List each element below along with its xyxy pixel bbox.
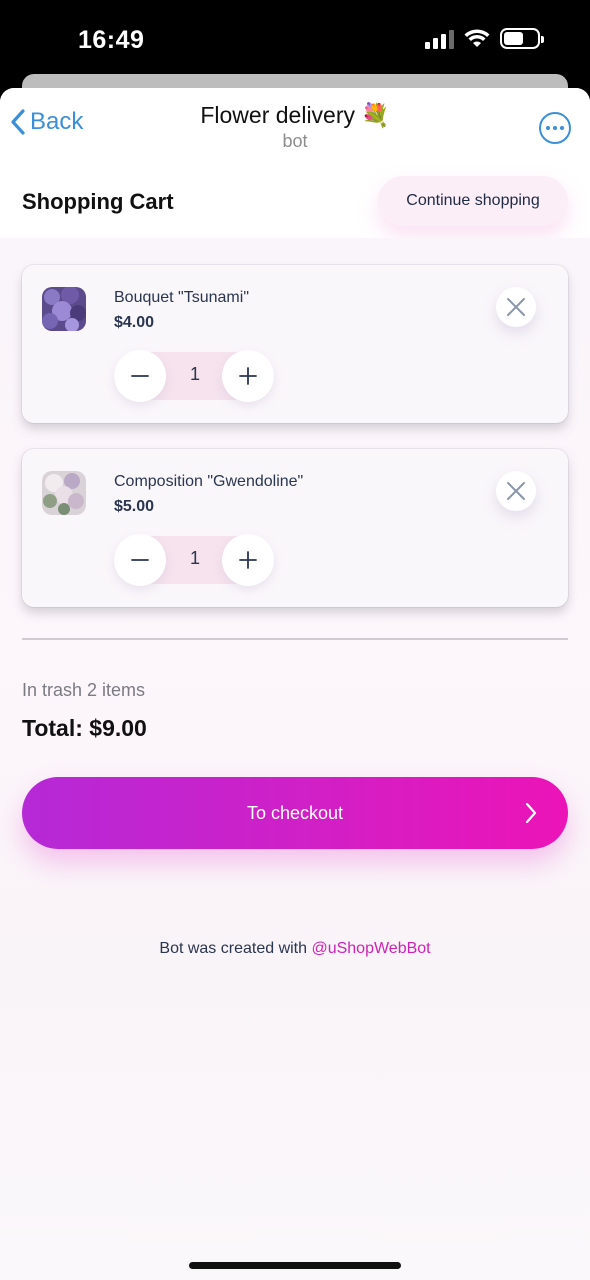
remove-item-button[interactable]	[496, 287, 536, 327]
item-price: $4.00	[114, 314, 155, 331]
item-price: $5.00	[114, 498, 155, 515]
decrease-quantity-button[interactable]	[114, 534, 166, 586]
item-name: Composition "Gwendoline"	[114, 473, 304, 490]
continue-shopping-button[interactable]: Continue shopping	[378, 176, 568, 226]
quantity-value: 1	[189, 548, 200, 568]
page-title: Flower delivery	[200, 102, 355, 128]
cart-total: Total: $9.00	[22, 715, 147, 741]
divider	[22, 638, 568, 640]
quantity-stepper: 1	[114, 350, 276, 402]
checkout-button[interactable]: To checkout	[22, 777, 568, 849]
checkout-label: To checkout	[246, 802, 344, 823]
footer-text: Bot was created with	[159, 940, 312, 957]
bouquet-icon: 💐	[361, 102, 390, 128]
status-icons	[425, 28, 544, 49]
cart-title: Shopping Cart	[22, 189, 174, 214]
minus-icon	[131, 375, 149, 377]
creator-link[interactable]: @uShopWebBot	[311, 940, 430, 957]
footer-note: Bot was created with @uShopWebBot	[0, 940, 590, 958]
nav-bar: Back Flower delivery 💐 bot	[0, 88, 590, 176]
cart-item: Composition "Gwendoline" $5.00 1	[22, 449, 568, 607]
minus-icon	[131, 559, 149, 561]
plus-icon	[239, 551, 257, 569]
web-app: Back Flower delivery 💐 bot Shopping Cart…	[0, 88, 590, 1280]
items-count: In trash 2 items	[22, 680, 146, 700]
home-indicator	[189, 1262, 401, 1269]
quantity-stepper: 1	[114, 534, 276, 586]
nav-title: Flower delivery 💐 bot	[0, 102, 590, 152]
chevron-right-icon	[525, 802, 537, 824]
signal-icon	[425, 29, 454, 49]
plus-icon	[239, 367, 257, 385]
increase-quantity-button[interactable]	[222, 350, 274, 402]
more-options-button[interactable]	[539, 112, 571, 144]
cart-item: Bouquet "Tsunami" $4.00 1	[22, 265, 568, 423]
wifi-icon	[464, 28, 490, 47]
item-thumbnail	[42, 287, 86, 331]
page-subtitle: bot	[282, 131, 308, 151]
decrease-quantity-button[interactable]	[114, 350, 166, 402]
item-thumbnail	[42, 471, 86, 515]
cart-content: Bouquet "Tsunami" $4.00 1 Composition "G…	[0, 238, 590, 1280]
remove-item-button[interactable]	[496, 471, 536, 511]
close-icon	[507, 482, 525, 500]
battery-icon	[500, 28, 544, 49]
increase-quantity-button[interactable]	[222, 534, 274, 586]
close-icon	[507, 298, 525, 316]
cart-header: Shopping Cart Continue shopping	[0, 176, 590, 238]
status-time: 16:49	[78, 26, 145, 54]
quantity-value: 1	[189, 364, 200, 384]
more-dot-icon	[546, 126, 550, 130]
item-name: Bouquet "Tsunami"	[114, 289, 249, 306]
